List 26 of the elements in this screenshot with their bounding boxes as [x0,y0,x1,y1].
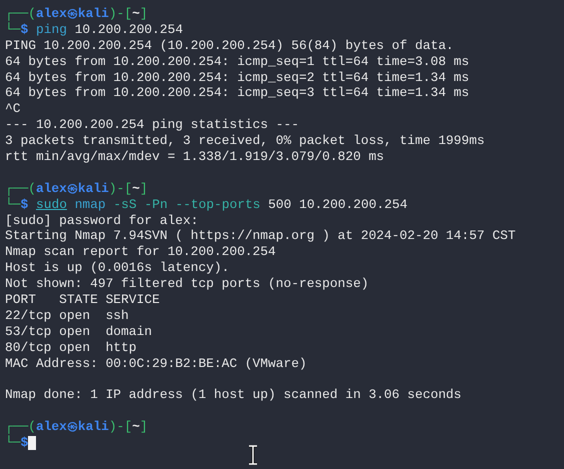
output-line: Not shown: 497 filtered tcp ports (no-response) [5,276,369,292]
output-line: 53/tcp open domain [5,324,152,340]
output-line: Starting Nmap 7.94SVN ( https://nmap.org ) at 2024-02-20 14:57 CST [5,228,516,244]
output-line: Host is up (0.0016s latency). [5,260,230,276]
output-line: 64 bytes from 10.200.200.254: icmp_seq=1 ttl=64 time=3.08 ms [5,54,470,70]
output-line: ^C [5,101,20,118]
output-line: PORT STATE SERVICE [5,292,160,308]
output-line: MAC Address: 00:0C:29:B2:BE:AC (VMware) [5,356,307,372]
output-line: 80/tcp open http [5,340,137,356]
prompt-line: ┌──(alex㉿kali)-[~] [5,6,148,22]
command-line: └─$ sudo nmap -sS -Pn --top-ports 500 10.200.200.254 [5,196,408,213]
command-line: └─$ ping 10.200.200.254 [5,22,183,38]
output-line: PING 10.200.200.254 (10.200.200.254) 56(84) bytes of data. [5,38,454,54]
text-cursor-icon [248,445,258,465]
output-line: 64 bytes from 10.200.200.254: icmp_seq=3 ttl=64 time=1.34 ms [5,85,470,102]
output-line: Nmap done: 1 IP address (1 host up) scanned in 3.06 seconds [5,387,462,404]
output-line: 3 packets transmitted, 3 received, 0% packet loss, time 1999ms [5,133,485,150]
command-line: └─$ [5,435,28,451]
output-line: [sudo] password for alex: [5,212,198,228]
output-line: Nmap scan report for 10.200.200.254 [5,244,276,260]
prompt-line: ┌──(alex㉿kali)-[~] [5,180,148,196]
output-line: 22/tcp open ssh [5,308,129,324]
prompt-line: ┌──(alex㉿kali)-[~] [5,419,148,436]
output-line: 64 bytes from 10.200.200.254: icmp_seq=2 ttl=64 time=1.34 ms [5,70,470,86]
output-line: --- 10.200.200.254 ping statistics --- [5,117,299,134]
output-line: rtt min/avg/max/mdev = 1.338/1.919/3.079/0.820 ms [5,149,384,165]
